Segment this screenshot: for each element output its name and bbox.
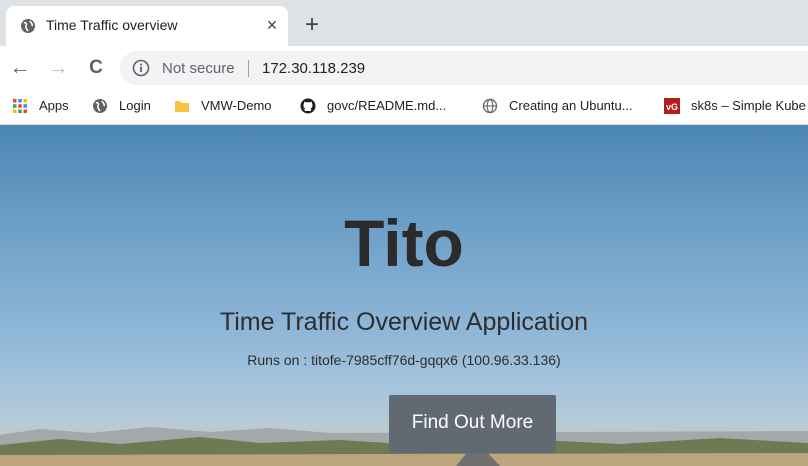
svg-text:vG: vG (666, 102, 678, 112)
page-subtitle: Time Traffic Overview Application (219, 308, 589, 336)
apps-grid-icon (13, 99, 27, 113)
tab-strip: Time Traffic overview × + (0, 0, 808, 46)
find-out-more-button[interactable]: Find Out More (389, 395, 556, 453)
web-icon (482, 98, 498, 114)
forward-button[interactable]: → (44, 54, 72, 82)
bookmark-label: Apps (39, 98, 69, 113)
url-text[interactable]: 172.30.118.239 (262, 60, 365, 77)
browser-toolbar: ← → C Not secure 172.30.118.239 (0, 46, 808, 90)
github-icon (300, 98, 316, 114)
omnibox-divider (248, 60, 249, 77)
bookmark-label: Login (119, 98, 151, 113)
info-icon[interactable] (132, 59, 150, 77)
security-status[interactable]: Not secure (162, 60, 235, 77)
address-bar[interactable]: Not secure 172.30.118.239 (120, 51, 808, 85)
runs-on-text: Runs on : titofe-7985cff76d-gqqx6 (100.9… (247, 352, 561, 368)
bookmark-label: sk8s – Simple Kube (691, 98, 806, 113)
bookmark-label: VMW-Demo (201, 98, 272, 113)
reload-button[interactable]: C (82, 54, 110, 82)
tab-title: Time Traffic overview (46, 17, 178, 33)
bookmark-label: Creating an Ubuntu... (509, 98, 633, 113)
new-tab-button[interactable]: + (298, 12, 326, 40)
back-button[interactable]: ← (6, 54, 34, 82)
close-tab-icon[interactable]: × (262, 15, 282, 35)
page-title: Tito (344, 206, 464, 280)
browser-tab[interactable]: Time Traffic overview × (6, 6, 288, 46)
globe-icon (93, 99, 107, 113)
bookmark-label: govc/README.md... (327, 98, 447, 113)
vg-logo-icon: vG (664, 98, 680, 114)
folder-icon (175, 101, 189, 112)
bookmarks-bar: Apps Login VMW-Demo govc/README.md... Cr… (0, 90, 808, 125)
globe-icon (21, 19, 35, 33)
page-hero: Tito Time Traffic Overview Application R… (0, 125, 808, 466)
